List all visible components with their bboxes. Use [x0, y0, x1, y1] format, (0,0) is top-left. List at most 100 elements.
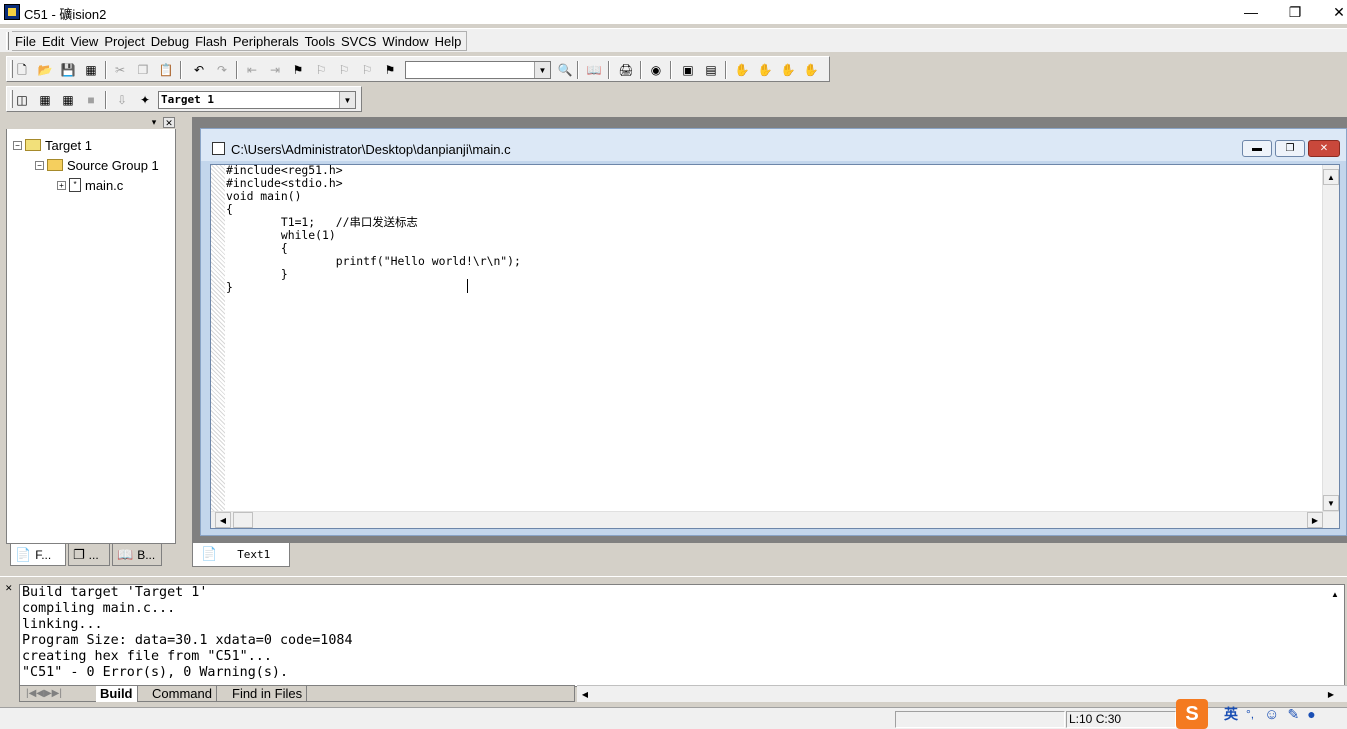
- new-file-icon[interactable]: 🗋: [13, 61, 31, 79]
- tree-item-source-group[interactable]: − Source Group 1: [35, 156, 159, 174]
- tab-text1-label: Text1: [237, 548, 271, 561]
- undo-icon[interactable]: ↶: [190, 61, 208, 79]
- tree-item-target[interactable]: − Target 1: [13, 136, 92, 154]
- tab-files[interactable]: 📄 F...: [10, 544, 66, 566]
- regs-tab-icon: ❐: [73, 546, 85, 562]
- save-icon[interactable]: 💾: [59, 61, 77, 79]
- project-window-icon[interactable]: ▣: [679, 61, 697, 79]
- dock-icon[interactable]: ▾: [148, 117, 160, 128]
- tab-nav-arrows[interactable]: |◀◀▶▶|: [22, 686, 66, 702]
- rebuild-icon[interactable]: ▦: [59, 91, 77, 109]
- menu-window[interactable]: Window: [379, 32, 431, 50]
- open-folder-icon[interactable]: 📂: [36, 61, 54, 79]
- menu-project[interactable]: Project: [101, 32, 147, 50]
- microphone-icon[interactable]: ●: [1307, 706, 1315, 722]
- source-browser-icon[interactable]: ◉: [647, 61, 665, 79]
- title-bar: C51 - 礦ision2 — ❐ ✕: [0, 0, 1347, 24]
- prev-bookmark-icon[interactable]: ⚐: [312, 61, 330, 79]
- save-all-icon[interactable]: ▦: [82, 61, 100, 79]
- menu-edit[interactable]: Edit: [39, 32, 67, 50]
- scroll-down-icon[interactable]: ▼: [1323, 495, 1339, 511]
- menu-tools[interactable]: Tools: [302, 32, 338, 50]
- code-editor[interactable]: #include<reg51.h> #include<stdio.h> void…: [210, 164, 1340, 529]
- find-combo[interactable]: ▼: [405, 61, 551, 79]
- output-scroll-up-icon[interactable]: ▲: [1327, 586, 1343, 602]
- tab-regs[interactable]: ❐ ...: [68, 544, 110, 566]
- scroll-thumb[interactable]: [233, 512, 253, 528]
- scroll-left-icon[interactable]: ◀: [215, 512, 231, 528]
- kill-breakpoints-icon[interactable]: ✋: [802, 61, 820, 79]
- indent-icon[interactable]: ⇤: [243, 61, 261, 79]
- maximize-button[interactable]: ❐: [1272, 0, 1318, 24]
- translate-icon[interactable]: ◫: [13, 91, 31, 109]
- close-output-icon[interactable]: ✕: [5, 583, 13, 594]
- chevron-down-icon[interactable]: ▼: [534, 62, 550, 78]
- target-select[interactable]: Target 1 ▼: [158, 91, 356, 109]
- sogou-logo-icon[interactable]: S: [1176, 699, 1208, 729]
- redo-icon[interactable]: ↷: [213, 61, 231, 79]
- menu-file[interactable]: File: [12, 32, 39, 50]
- binoculars-find-icon[interactable]: 🔍: [556, 61, 574, 79]
- print-icon[interactable]: 🖨: [617, 61, 635, 79]
- toolbar-separator: [577, 61, 579, 79]
- incremental-find-icon[interactable]: 📖: [585, 61, 603, 79]
- menu-peripherals[interactable]: Peripherals: [230, 32, 302, 50]
- disable-breakpoint-icon[interactable]: ✋: [779, 61, 797, 79]
- tab-build[interactable]: Build: [96, 686, 138, 702]
- find-in-files-icon[interactable]: ⚑: [381, 61, 399, 79]
- output-line: Build target 'Target 1': [22, 585, 208, 600]
- breakpoint-icon[interactable]: ✋: [756, 61, 774, 79]
- tab-books[interactable]: 📖 B...: [112, 544, 162, 566]
- ime-punctuation[interactable]: °,: [1246, 707, 1254, 721]
- tab-command[interactable]: Command: [148, 686, 217, 702]
- options-for-target-icon[interactable]: ✦: [136, 91, 154, 109]
- unindent-icon[interactable]: ⇥: [266, 61, 284, 79]
- next-bookmark-icon[interactable]: ⚐: [335, 61, 353, 79]
- tab-text1[interactable]: 📄 Text1: [192, 543, 290, 567]
- copy-icon[interactable]: ❐: [134, 61, 152, 79]
- menu-help[interactable]: Help: [432, 32, 465, 50]
- paste-icon[interactable]: 📋: [157, 61, 175, 79]
- scroll-right-icon[interactable]: ▶: [1307, 512, 1323, 528]
- emoji-icon[interactable]: ☺: [1264, 706, 1279, 723]
- collapse-icon[interactable]: −: [13, 140, 22, 150]
- editor-gutter: [211, 165, 225, 513]
- output-scroll-left-icon[interactable]: ◀: [577, 686, 593, 702]
- clear-bookmarks-icon[interactable]: ⚐: [358, 61, 376, 79]
- menu-debug[interactable]: Debug: [148, 32, 192, 50]
- hand-icon[interactable]: ✋: [733, 61, 751, 79]
- ime-language[interactable]: 英: [1224, 704, 1238, 724]
- books-tab-icon: 📖: [117, 546, 134, 562]
- scroll-up-icon[interactable]: ▲: [1323, 169, 1339, 185]
- output-window-icon[interactable]: ▤: [702, 61, 720, 79]
- menu-view[interactable]: View: [67, 32, 101, 50]
- minimize-button[interactable]: —: [1228, 0, 1274, 24]
- workspace-header: ▾ ✕: [6, 117, 176, 129]
- build-output[interactable]: Build target 'Target 1' compiling main.c…: [19, 584, 1345, 687]
- expand-icon[interactable]: +: [57, 180, 66, 190]
- tab-find-in-files[interactable]: Find in Files: [228, 686, 308, 702]
- download-icon[interactable]: ⇩: [113, 91, 131, 109]
- stop-build-icon[interactable]: ■: [82, 91, 100, 109]
- document-tab-strip: 📄 Text1: [192, 542, 1347, 568]
- close-workspace-icon[interactable]: ✕: [163, 117, 175, 128]
- document-title: C:\Users\Administrator\Desktop\danpianji…: [231, 142, 511, 157]
- build-icon[interactable]: ▦: [36, 91, 54, 109]
- doc-restore-button[interactable]: ❐: [1275, 140, 1305, 157]
- collapse-icon[interactable]: −: [35, 160, 44, 170]
- chevron-down-icon[interactable]: ▼: [339, 92, 355, 108]
- horizontal-scrollbar[interactable]: ◀ ▶: [211, 511, 1339, 528]
- menu-svcs[interactable]: SVCS: [338, 32, 379, 50]
- cut-icon[interactable]: ✂: [111, 61, 129, 79]
- pen-icon[interactable]: ✎: [1287, 706, 1299, 723]
- menu-flash[interactable]: Flash: [192, 32, 230, 50]
- doc-minimize-button[interactable]: ▬: [1242, 140, 1272, 157]
- vertical-scrollbar[interactable]: ▲ ▼: [1322, 165, 1339, 513]
- tree-item-main-c[interactable]: + * main.c: [57, 176, 123, 194]
- bookmark-icon[interactable]: ⚑: [289, 61, 307, 79]
- code-text[interactable]: #include<reg51.h> #include<stdio.h> void…: [226, 164, 521, 294]
- tree-item-label: Target 1: [45, 137, 92, 153]
- toolbar-separator: [670, 61, 672, 79]
- doc-close-button[interactable]: ✕: [1308, 140, 1340, 157]
- close-button[interactable]: ✕: [1316, 0, 1347, 24]
